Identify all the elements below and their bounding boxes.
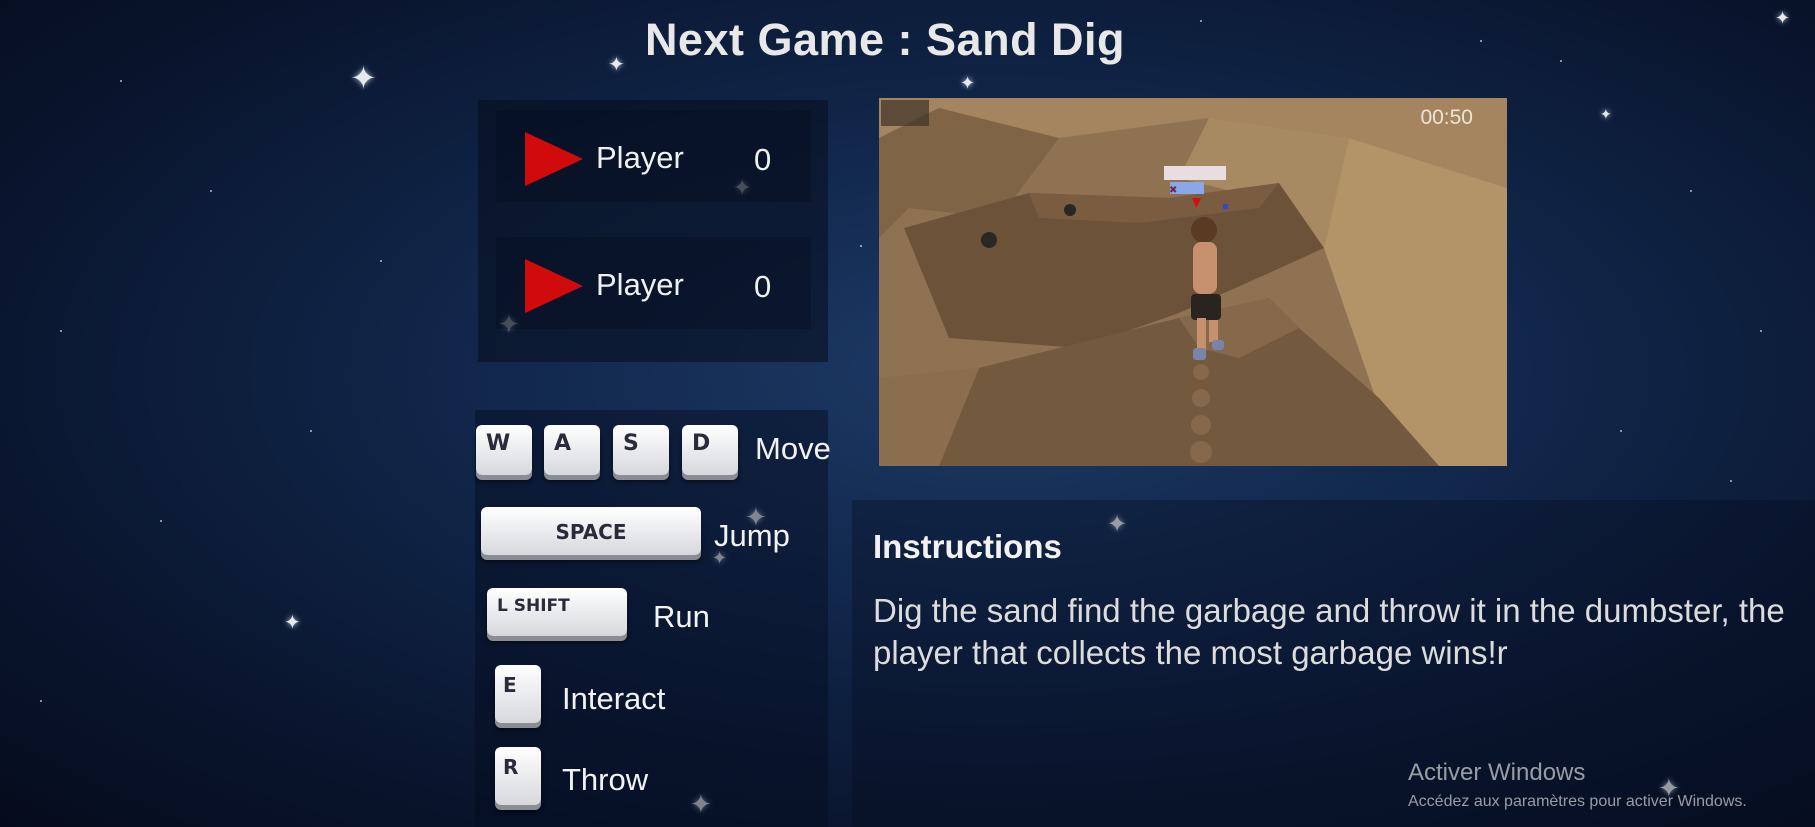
instructions-text: Dig the sand find the garbage and throw … xyxy=(873,592,1785,671)
key-a: A xyxy=(544,425,600,475)
interact-label: Interact xyxy=(562,681,666,716)
player-list: Player 0 Player 0 xyxy=(478,100,828,362)
player-marker-icon xyxy=(525,132,583,186)
key-s: S xyxy=(613,425,669,475)
star-icon: ✦ xyxy=(284,610,301,634)
jump-label: Jump xyxy=(714,518,790,553)
star-icon: ✦ xyxy=(1775,8,1791,29)
key-e: E xyxy=(495,665,541,723)
star-icon: ✦ xyxy=(960,73,976,94)
game-scene: ✖ xyxy=(879,98,1507,466)
run-label: Run xyxy=(653,599,710,634)
throw-label: Throw xyxy=(562,762,649,797)
star-icon: ✦ xyxy=(1600,107,1612,123)
player-row: Player 0 xyxy=(496,110,811,202)
game-preview: ✖ 00:50 xyxy=(879,98,1507,466)
minimap xyxy=(881,100,929,126)
player-score: 0 xyxy=(754,269,772,304)
svg-text:✖: ✖ xyxy=(1169,185,1177,196)
windows-activation-title: Activer Windows xyxy=(1408,759,1586,786)
windows-activation-subtitle: Accédez aux paramètres pour activer Wind… xyxy=(1408,793,1747,810)
key-d: D xyxy=(682,425,738,475)
match-timer: 00:50 xyxy=(1420,106,1473,129)
key-space: SPACE xyxy=(481,507,701,555)
star-icon: ✦ xyxy=(350,59,377,97)
page-title: Next Game : Sand Dig xyxy=(644,14,1126,65)
key-r: R xyxy=(495,747,541,805)
player-name: Player xyxy=(596,140,684,175)
instructions-title: Instructions xyxy=(873,528,1062,565)
move-label: Move xyxy=(755,431,831,466)
key-w: W xyxy=(476,425,532,475)
player-marker-icon xyxy=(525,259,583,313)
player-row: Player 0 xyxy=(496,237,811,329)
key-left-shift: L SHIFT xyxy=(487,588,627,636)
player-name: Player xyxy=(596,267,684,302)
player-score: 0 xyxy=(754,142,772,177)
